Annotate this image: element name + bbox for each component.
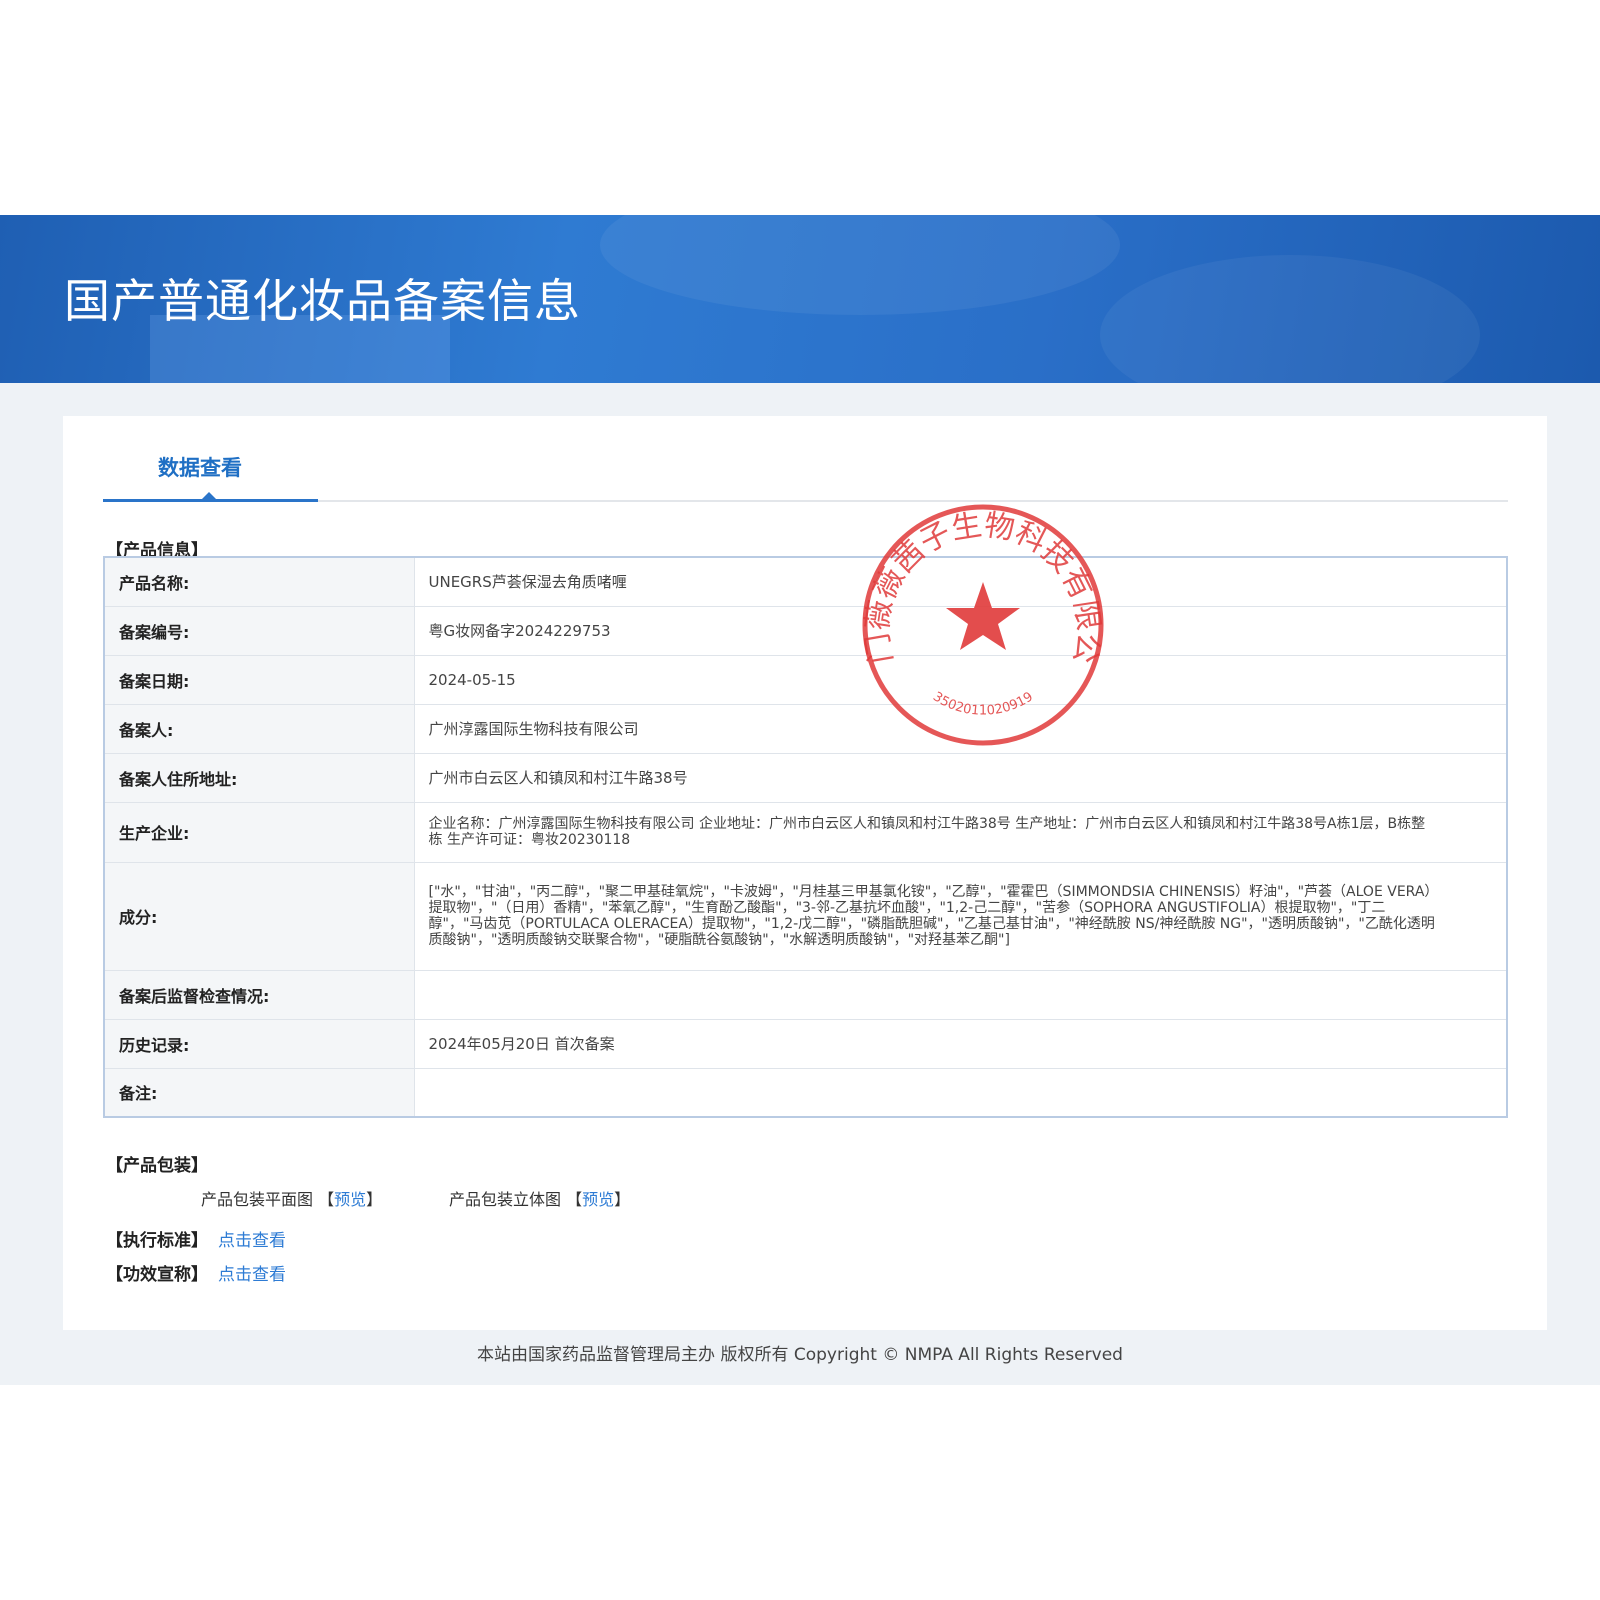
table-row: 产品名称: UNEGRS芦荟保湿去角质啫喱 (104, 557, 1507, 607)
row-label: 备案后监督检查情况: (104, 970, 415, 1020)
row-label: 历史记录: (104, 1019, 415, 1069)
bracket: 【 (318, 1190, 335, 1209)
packaging-solid-label: 产品包装立体图 (449, 1190, 562, 1209)
packaging-solid-preview-link[interactable]: 预览 (582, 1190, 614, 1209)
seal-star-icon (946, 582, 1020, 650)
table-row: 备案编号: 粤G妆网备字2024229753 (104, 606, 1507, 656)
efficacy-view-link[interactable]: 点击查看 (218, 1265, 286, 1285)
footer-copyright: 本站由国家药品监督管理局主办 版权所有 Copyright © NMPA All… (477, 1345, 1123, 1365)
standard-view-link[interactable]: 点击查看 (218, 1231, 286, 1251)
tab-data-view[interactable]: 数据查看 (158, 452, 242, 482)
row-label: 备案人: (104, 704, 415, 754)
row-value (414, 1068, 1507, 1118)
packaging-flat-preview-link[interactable]: 预览 (334, 1190, 366, 1209)
packaging-flat-label: 产品包装平面图 (201, 1190, 314, 1209)
row-label: 生产企业: (104, 802, 415, 863)
table-row: 备案人住所地址: 广州市白云区人和镇凤和村江牛路38号 (104, 753, 1507, 803)
bracket: 】 (614, 1190, 631, 1209)
packaging-flat: 产品包装平面图 【预览】 (201, 1186, 382, 1210)
page-title: 国产普通化妆品备案信息 (64, 274, 581, 328)
table-row: 历史记录: 2024年05月20日 首次备案 (104, 1019, 1507, 1069)
product-info-table: 产品名称: UNEGRS芦荟保湿去角质啫喱 备案编号: 粤G妆网备字202422… (103, 556, 1508, 1118)
row-value: 广州市白云区人和镇凤和村江牛路38号 (414, 753, 1507, 803)
header-banner: 国产普通化妆品备案信息 (0, 215, 1600, 383)
section-standard: 【执行标准】 (106, 1231, 208, 1251)
row-label: 成分: (104, 862, 415, 971)
row-label: 备注: (104, 1068, 415, 1118)
table-row: 成分: ["水"，"甘油"，"丙二醇"，"聚二甲基硅氧烷"，"卡波姆"，"月桂基… (104, 862, 1507, 971)
row-label: 产品名称: (104, 557, 415, 607)
seal-number-text: 3502011020919 (930, 689, 1036, 718)
row-label: 备案日期: (104, 655, 415, 705)
bracket: 【 (566, 1190, 583, 1209)
table-row: 生产企业: 企业名称：广州淳露国际生物科技有限公司 企业地址：广州市白云区人和镇… (104, 802, 1507, 863)
row-value: ["水"，"甘油"，"丙二醇"，"聚二甲基硅氧烷"，"卡波姆"，"月桂基三甲基氯… (414, 862, 1507, 971)
page: 国产普通化妆品备案信息 数据查看 【产品信息】 产品名称: UNEGRS芦荟保湿… (0, 0, 1600, 1600)
table-row: 备案后监督检查情况: (104, 970, 1507, 1020)
row-label: 备案人住所地址: (104, 753, 415, 803)
row-value: 企业名称：广州淳露国际生物科技有限公司 企业地址：广州市白云区人和镇凤和村江牛路… (414, 802, 1507, 863)
row-value: 2024年05月20日 首次备案 (414, 1019, 1507, 1069)
tab-caret-icon (202, 492, 216, 499)
banner-decoration (1100, 255, 1480, 383)
seal-company-text: 厦门薇薇茜子生物科技有限公司 (858, 500, 1106, 666)
table-row: 备注: (104, 1068, 1507, 1118)
efficacy-row: 【功效宣称】 点击查看 (106, 1260, 286, 1285)
banner-decoration (600, 215, 1120, 315)
content-card: 数据查看 【产品信息】 产品名称: UNEGRS芦荟保湿去角质啫喱 备案编号: … (63, 416, 1547, 1330)
table-row: 备案人: 广州淳露国际生物科技有限公司 (104, 704, 1507, 754)
row-label: 备案编号: (104, 606, 415, 656)
bracket: 】 (366, 1190, 383, 1209)
table-row: 备案日期: 2024-05-15 (104, 655, 1507, 705)
row-value (414, 970, 1507, 1020)
company-seal-stamp: 厦门薇薇茜子生物科技有限公司 3502011020919 (858, 500, 1106, 746)
packaging-solid: 产品包装立体图 【预览】 (449, 1186, 630, 1210)
section-efficacy: 【功效宣称】 (106, 1265, 208, 1285)
section-packaging: 【产品包装】 (106, 1156, 208, 1176)
tab-active-indicator (103, 499, 318, 502)
standard-row: 【执行标准】 点击查看 (106, 1226, 286, 1251)
